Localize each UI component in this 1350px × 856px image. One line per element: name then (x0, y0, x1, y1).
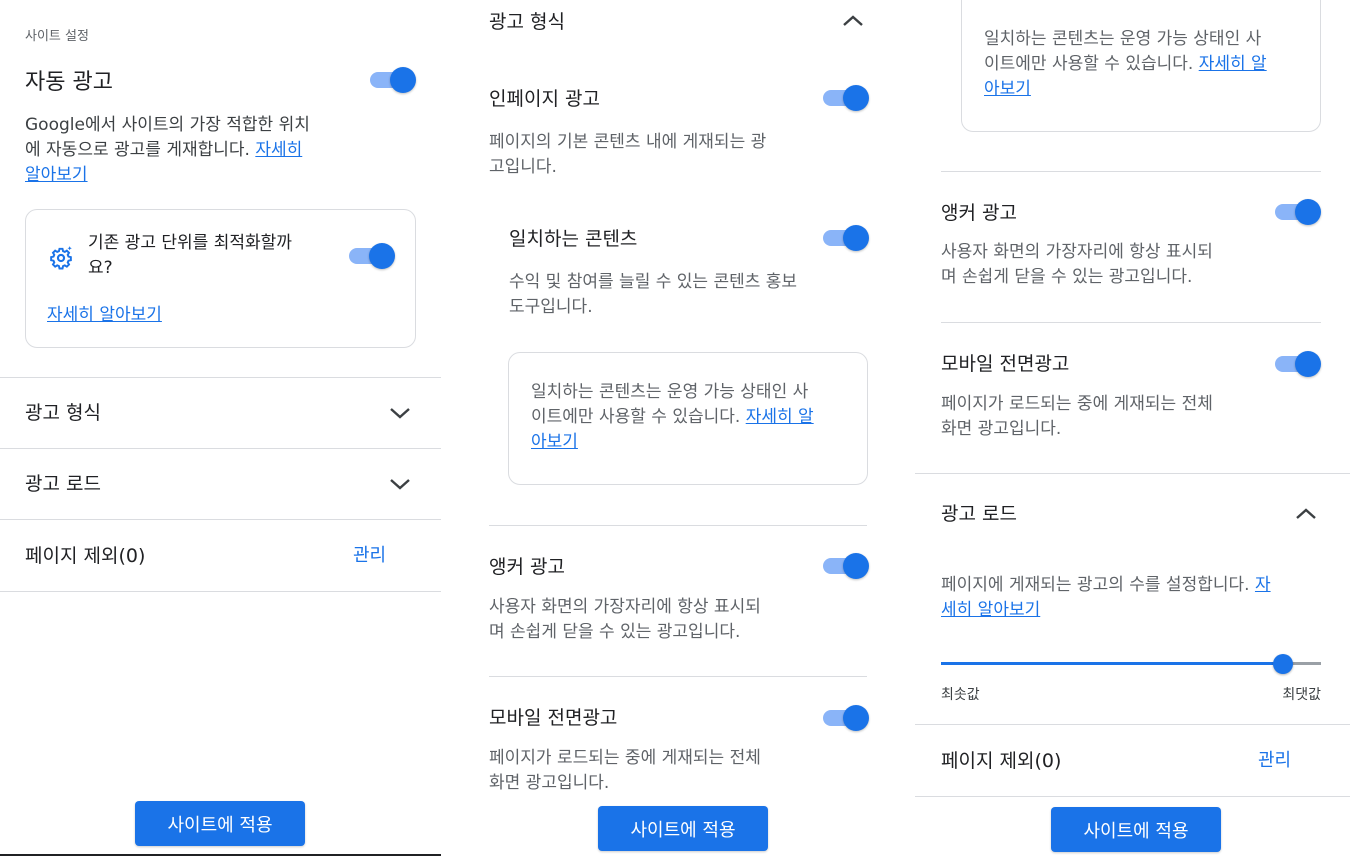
divider (489, 676, 867, 677)
vignette-ads-title: 모바일 전면광고 (941, 353, 1070, 375)
matched-content-toggle[interactable] (823, 225, 869, 251)
optimize-learn-more-link[interactable]: 자세히 알아보기 (47, 300, 162, 325)
manage-exclusions-link[interactable]: 관리 (353, 541, 386, 567)
chevron-up-icon[interactable] (1294, 502, 1318, 526)
matched-content-note-card: 일치하는 콘텐츠는 운영 가능 상태인 사 이트에만 사용할 수 있습니다. 자… (961, 0, 1321, 132)
learn-more-link[interactable]: 자 (1255, 575, 1271, 595)
vignette-ads-title: 모바일 전면광고 (489, 707, 618, 729)
inpage-ads-title: 인페이지 광고 (489, 88, 600, 110)
ad-load-header[interactable]: 광고 로드 (25, 469, 101, 496)
inpage-ads-toggle[interactable] (823, 85, 869, 111)
page-exclusions-label: 페이지 제외(0) (25, 545, 146, 567)
ad-load-description: 페이지에 게재되는 광고의 수를 설정합니다. 자 세히 알아보기 (941, 573, 1321, 623)
inpage-ads-description: 페이지의 기본 콘텐츠 내에 게재되는 광 고입니다. (489, 130, 766, 180)
slider-max-label: 최댓값 (1282, 687, 1321, 703)
gear-sparkle-icon (48, 245, 74, 271)
slider-min-label: 최솟값 (941, 687, 980, 703)
note-line2: 이트에만 사용할 수 있습니다. (531, 407, 746, 427)
vignette-ads-description: 페이지가 로드되는 중에 게재되는 전체 화면 광고입니다. (489, 746, 761, 796)
learn-more-link[interactable]: 자세히 (255, 140, 302, 160)
anchor-ads-title: 앵커 광고 (941, 202, 1017, 224)
optimize-line1: 기존 광고 단위를 최적화할까 (88, 233, 292, 253)
vignette-desc-line1: 페이지가 로드되는 중에 게재되는 전체 (941, 394, 1213, 414)
learn-more-link-cont[interactable]: 알아보기 (25, 165, 88, 185)
matched-desc-line2: 도구입니다. (509, 297, 593, 317)
ad-formats-header[interactable]: 광고 형식 (489, 7, 565, 34)
divider (0, 591, 441, 592)
divider (915, 796, 1350, 797)
matched-content-note: 일치하는 콘텐츠는 운영 가능 상태인 사 이트에만 사용할 수 있습니다. 자… (984, 27, 1267, 102)
auto-ads-title: 자동 광고 (25, 70, 113, 95)
matched-content-note: 일치하는 콘텐츠는 운영 가능 상태인 사 이트에만 사용할 수 있습니다. 자… (531, 380, 814, 455)
chevron-down-icon[interactable] (388, 401, 412, 425)
optimize-toggle[interactable] (349, 243, 395, 269)
divider (941, 171, 1321, 172)
auto-ads-description: Google에서 사이트의 가장 적합한 위치 에 자동으로 광고를 게재합니다… (25, 113, 355, 188)
note-line1: 일치하는 콘텐츠는 운영 가능 상태인 사 (984, 29, 1262, 49)
ad-formats-header[interactable]: 광고 형식 (25, 398, 101, 425)
ad-load-desc-line1: 페이지에 게재되는 광고의 수를 설정합니다. (941, 575, 1255, 595)
vignette-ads-toggle[interactable] (1275, 351, 1321, 377)
apply-to-site-button[interactable]: 사이트에 적용 (1051, 807, 1221, 852)
matched-content-note-card: 일치하는 콘텐츠는 운영 가능 상태인 사 이트에만 사용할 수 있습니다. 자… (508, 352, 868, 485)
apply-to-site-button[interactable]: 사이트에 적용 (598, 806, 768, 851)
divider (0, 519, 441, 520)
slider-track-active (941, 662, 1283, 665)
divider (0, 448, 441, 449)
learn-more-link[interactable]: 자세히 알 (1199, 54, 1267, 74)
divider (489, 525, 867, 526)
anchor-desc-line1: 사용자 화면의 가장자리에 항상 표시되 (489, 597, 761, 617)
ad-formats-panel: 광고 형식 인페이지 광고 페이지의 기본 콘텐츠 내에 게재되는 광 고입니다… (461, 0, 881, 856)
vignette-ads-toggle[interactable] (823, 705, 869, 731)
section-label: 사이트 설정 (25, 29, 89, 44)
learn-more-link-cont[interactable]: 세히 알아보기 (941, 600, 1040, 620)
anchor-desc-line2: 며 손쉽게 닫을 수 있는 광고입니다. (489, 622, 741, 642)
vignette-ads-description: 페이지가 로드되는 중에 게재되는 전체 화면 광고입니다. (941, 392, 1213, 442)
optimize-line2: 요? (88, 258, 113, 278)
anchor-ads-description: 사용자 화면의 가장자리에 항상 표시되 며 손쉽게 닫을 수 있는 광고입니다… (489, 595, 761, 645)
ad-load-slider[interactable] (941, 652, 1321, 676)
auto-ads-toggle[interactable] (370, 67, 416, 93)
divider (0, 377, 441, 378)
learn-more-link-cont[interactable]: 아보기 (531, 432, 578, 452)
vignette-desc-line2: 화면 광고입니다. (489, 773, 610, 793)
matched-desc-line1: 수익 및 참여를 늘릴 수 있는 콘텐츠 홍보 (509, 272, 798, 292)
vignette-desc-line2: 화면 광고입니다. (941, 419, 1062, 439)
inpage-desc-line1: 페이지의 기본 콘텐츠 내에 게재되는 광 (489, 132, 767, 152)
anchor-ads-toggle[interactable] (1275, 199, 1321, 225)
manage-exclusions-link[interactable]: 관리 (1258, 746, 1291, 772)
divider (915, 724, 1350, 725)
auto-ads-settings-panel: 사이트 설정 자동 광고 Google에서 사이트의 가장 적합한 위치 에 자… (0, 0, 441, 856)
note-line1: 일치하는 콘텐츠는 운영 가능 상태인 사 (531, 382, 809, 402)
page-exclusions-label: 페이지 제외(0) (941, 750, 1062, 772)
chevron-down-icon[interactable] (388, 472, 412, 496)
apply-to-site-button[interactable]: 사이트에 적용 (135, 801, 305, 846)
optimize-card: 기존 광고 단위를 최적화할까 요? 자세히 알아보기 (25, 209, 416, 348)
ad-load-header[interactable]: 광고 로드 (941, 499, 1017, 526)
chevron-up-icon[interactable] (841, 9, 865, 33)
divider (941, 322, 1321, 323)
slider-thumb[interactable] (1273, 654, 1293, 674)
inpage-desc-line2: 고입니다. (489, 157, 557, 177)
divider (915, 473, 1350, 474)
auto-ads-desc-line2: 에 자동으로 광고를 게재합니다. (25, 140, 256, 160)
learn-more-link[interactable]: 자세히 알 (746, 407, 814, 427)
anchor-ads-title: 앵커 광고 (489, 556, 565, 578)
matched-content-title: 일치하는 콘텐츠 (509, 228, 638, 250)
note-line2: 이트에만 사용할 수 있습니다. (984, 54, 1199, 74)
ad-load-panel: 일치하는 콘텐츠는 운영 가능 상태인 사 이트에만 사용할 수 있습니다. 자… (915, 0, 1350, 856)
learn-more-link-cont[interactable]: 아보기 (984, 79, 1031, 99)
auto-ads-desc-line1: Google에서 사이트의 가장 적합한 위치 (25, 115, 310, 135)
optimize-question: 기존 광고 단위를 최적화할까 요? (88, 231, 292, 281)
anchor-desc-line1: 사용자 화면의 가장자리에 항상 표시되 (941, 242, 1213, 262)
anchor-ads-toggle[interactable] (823, 553, 869, 579)
matched-content-description: 수익 및 참여를 늘릴 수 있는 콘텐츠 홍보 도구입니다. (509, 270, 797, 320)
anchor-ads-description: 사용자 화면의 가장자리에 항상 표시되 며 손쉽게 닫을 수 있는 광고입니다… (941, 240, 1213, 290)
anchor-desc-line2: 며 손쉽게 닫을 수 있는 광고입니다. (941, 267, 1193, 287)
vignette-desc-line1: 페이지가 로드되는 중에 게재되는 전체 (489, 748, 761, 768)
